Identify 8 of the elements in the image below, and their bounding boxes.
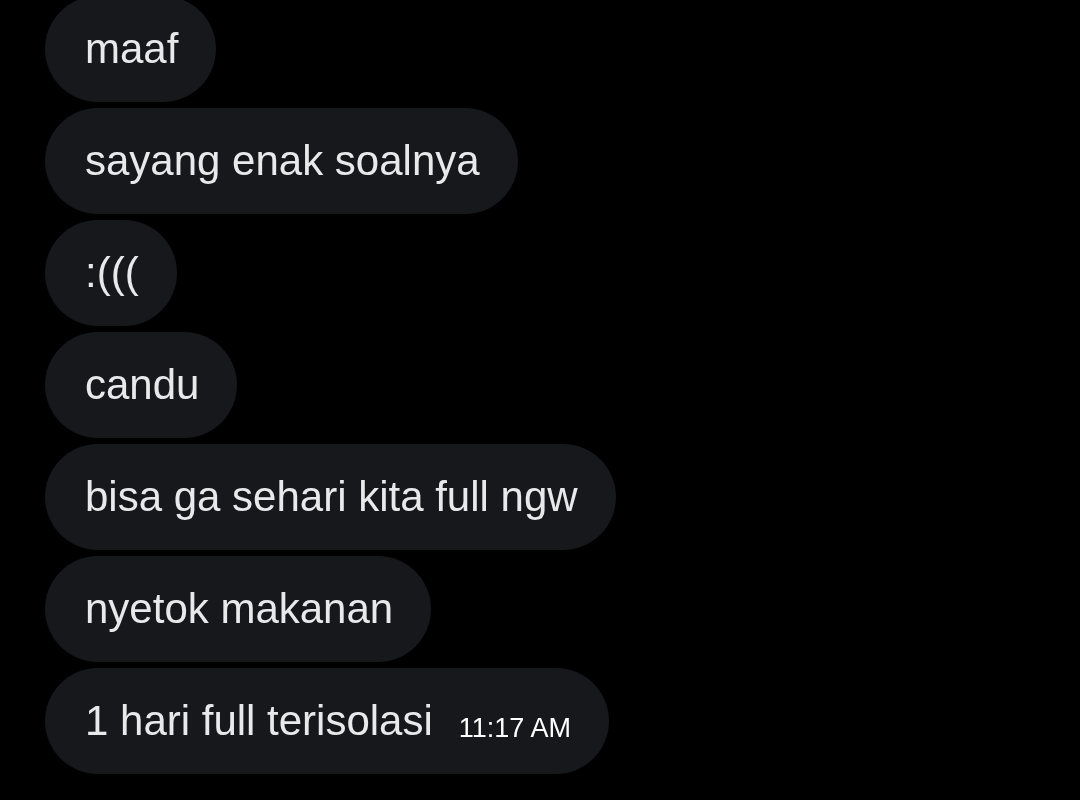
message-text: nyetok makanan xyxy=(85,585,394,633)
message-text: candu xyxy=(85,361,200,409)
message-text: sayang enak soalnya xyxy=(85,137,480,185)
message-text: :((( xyxy=(85,249,139,297)
message-text: 1 hari full terisolasi xyxy=(85,697,433,745)
timestamp: 11:17 AM xyxy=(458,712,571,744)
message-text: bisa ga sehari kita full ngw xyxy=(85,473,578,521)
message-text: maaf xyxy=(85,25,179,73)
